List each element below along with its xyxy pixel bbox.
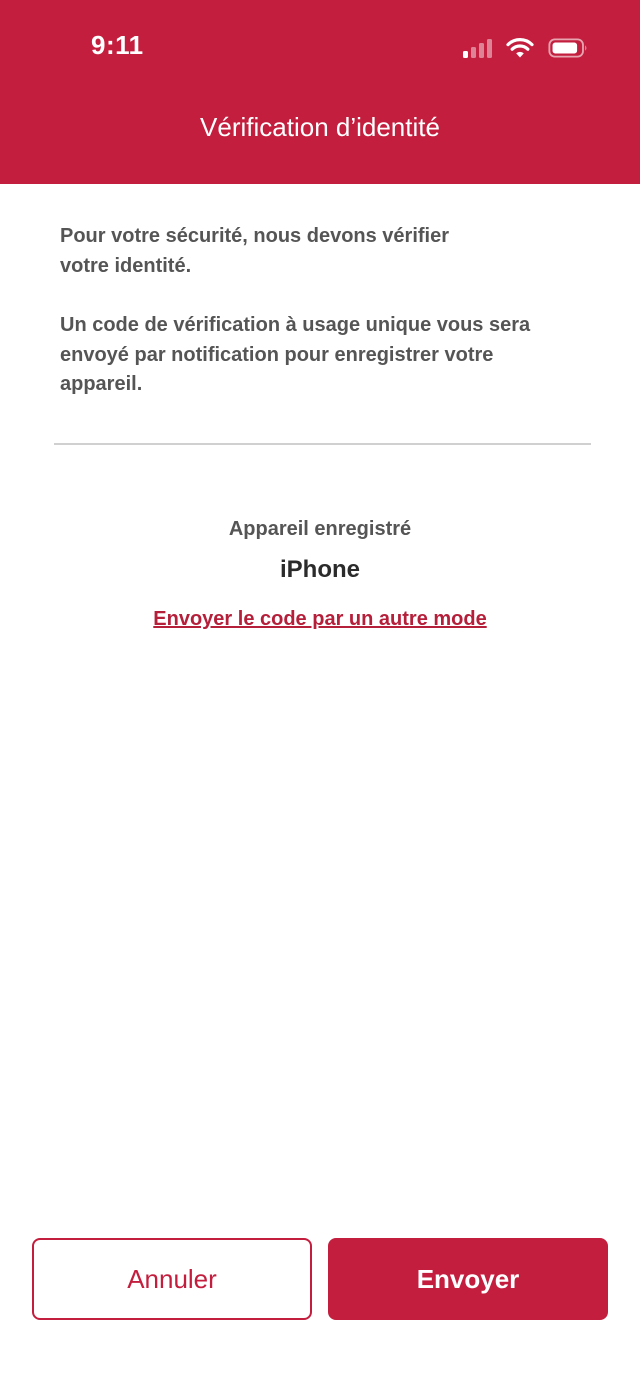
status-bar-icons	[463, 34, 588, 62]
page-title: Vérification d’identité	[200, 112, 440, 142]
alternate-method-link-container: Envoyer le code par un autre mode	[0, 608, 640, 631]
registered-device-name: iPhone	[279, 556, 360, 583]
battery-icon	[548, 38, 587, 58]
security-message: Pour votre sécurité, nous devons vérifie…	[60, 225, 450, 277]
section-divider	[54, 443, 591, 445]
wifi-icon	[506, 38, 534, 58]
send-button[interactable]: Envoyer	[328, 1238, 608, 1320]
registered-device-label: Appareil enregistré	[228, 518, 412, 540]
send-code-other-method-link[interactable]: Envoyer le code par un autre mode	[153, 608, 486, 630]
status-bar-time: 9:11	[91, 30, 144, 60]
verification-code-message: Un code de vérification à usage unique v…	[60, 314, 531, 395]
intro-text: Pour votre sécurité, nous devons vérifie…	[60, 222, 580, 400]
app-header: 9:11 Vérification d’identité	[0, 0, 640, 184]
cancel-button[interactable]: Annuler	[32, 1238, 312, 1320]
identity-verification-screen: 9:11 Vérification d’identité Pour votre …	[0, 0, 640, 1387]
cellular-signal-icon	[463, 38, 492, 58]
